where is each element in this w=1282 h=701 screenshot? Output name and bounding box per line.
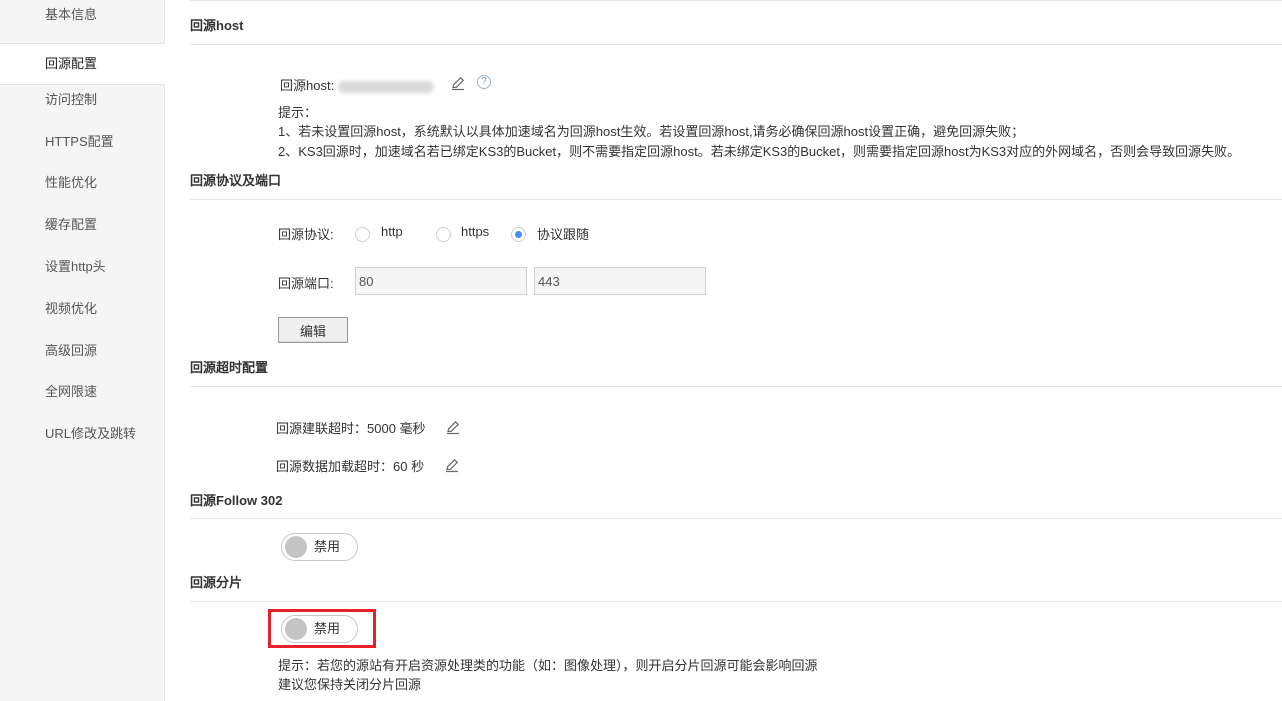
help-question-icon[interactable]: ? (477, 75, 491, 89)
load-timeout-label: 回源数据加载超时： (276, 459, 394, 474)
sidebar-item-cache-config[interactable]: 缓存配置 (0, 205, 165, 245)
sidebar-item-url-rewrite[interactable]: URL修改及跳转 (0, 414, 165, 454)
radio-https-label[interactable]: https (461, 224, 489, 239)
radio-protocol-follow[interactable] (511, 227, 526, 242)
section-title-origin-host: 回源host (190, 18, 244, 33)
sidebar-item-access-control[interactable]: 访问控制 (0, 80, 165, 120)
sidebar-item-https-config[interactable]: HTTPS配置 (0, 122, 165, 162)
load-timeout-value: 60 秒 (393, 459, 425, 474)
radio-https[interactable] (436, 227, 451, 242)
sidebar-item-origin-config[interactable]: 回源配置 (0, 43, 165, 85)
main-content: 回源host 回源host: ? 提示： 1、若未设置回源host，系统默认以具… (166, 0, 1282, 701)
divider (190, 518, 1282, 519)
edit-pencil-icon[interactable] (444, 457, 460, 476)
divider (190, 601, 1282, 602)
origin-host-field: 回源host: (280, 75, 435, 94)
origin-host-value-redacted (338, 80, 435, 93)
connect-timeout-row: 回源建联超时：5000 毫秒 (276, 418, 426, 437)
divider (190, 44, 1282, 45)
radio-http[interactable] (355, 227, 370, 242)
highlight-box (268, 609, 376, 648)
divider (190, 0, 1282, 1)
host-hint-line-1: 1、若未设置回源host，系统默认以具体加速域名为回源host生效。若设置回源h… (278, 124, 1025, 139)
section-title-range-origin: 回源分片 (190, 575, 243, 590)
radio-http-label[interactable]: http (381, 224, 403, 239)
divider (190, 199, 1282, 200)
follow-302-toggle[interactable]: 禁用 (281, 533, 358, 561)
section-title-protocol-port: 回源协议及端口 (190, 173, 282, 188)
host-hint-line-2: 2、KS3回源时，加速域名若已绑定KS3的Bucket，则不需要指定回源host… (278, 144, 1241, 159)
connect-timeout-label: 回源建联超时： (276, 421, 368, 436)
toggle-label: 禁用 (314, 539, 341, 554)
edit-pencil-icon[interactable] (450, 75, 466, 94)
sidebar-item-advanced-origin[interactable]: 高级回源 (0, 331, 165, 371)
sidebar-item-video-optimization[interactable]: 视频优化 (0, 289, 165, 329)
range-hint-line-2: 建议您保持关闭分片回源 (278, 677, 422, 692)
load-timeout-row: 回源数据加载超时：60 秒 (276, 456, 424, 475)
sidebar: 基本信息 回源配置 访问控制 HTTPS配置 性能优化 缓存配置 设置http头… (0, 0, 165, 701)
host-hint-title: 提示： (278, 105, 318, 120)
origin-host-label: 回源host: (280, 78, 335, 93)
protocol-label: 回源协议: (278, 227, 334, 242)
port-label: 回源端口: (278, 276, 334, 291)
radio-protocol-follow-label[interactable]: 协议跟随 (537, 224, 589, 243)
edit-protocol-button[interactable]: 编辑 (278, 317, 348, 343)
connect-timeout-value: 5000 毫秒 (367, 421, 426, 436)
sidebar-item-performance[interactable]: 性能优化 (0, 163, 165, 203)
range-hint-line-1: 提示：若您的源站有开启资源处理类的功能（如：图像处理），则开启分片回源可能会影响… (278, 658, 818, 673)
section-title-follow-302: 回源Follow 302 (190, 493, 283, 508)
https-port-input[interactable] (534, 267, 706, 295)
toggle-knob (285, 536, 307, 558)
section-title-timeout: 回源超时配置 (190, 360, 269, 375)
http-port-input[interactable] (355, 267, 527, 295)
sidebar-item-http-header[interactable]: 设置http头 (0, 247, 165, 287)
sidebar-item-basic-info[interactable]: 基本信息 (0, 0, 165, 35)
edit-pencil-icon[interactable] (445, 419, 461, 438)
sidebar-item-rate-limit[interactable]: 全网限速 (0, 372, 165, 412)
divider (190, 386, 1282, 387)
